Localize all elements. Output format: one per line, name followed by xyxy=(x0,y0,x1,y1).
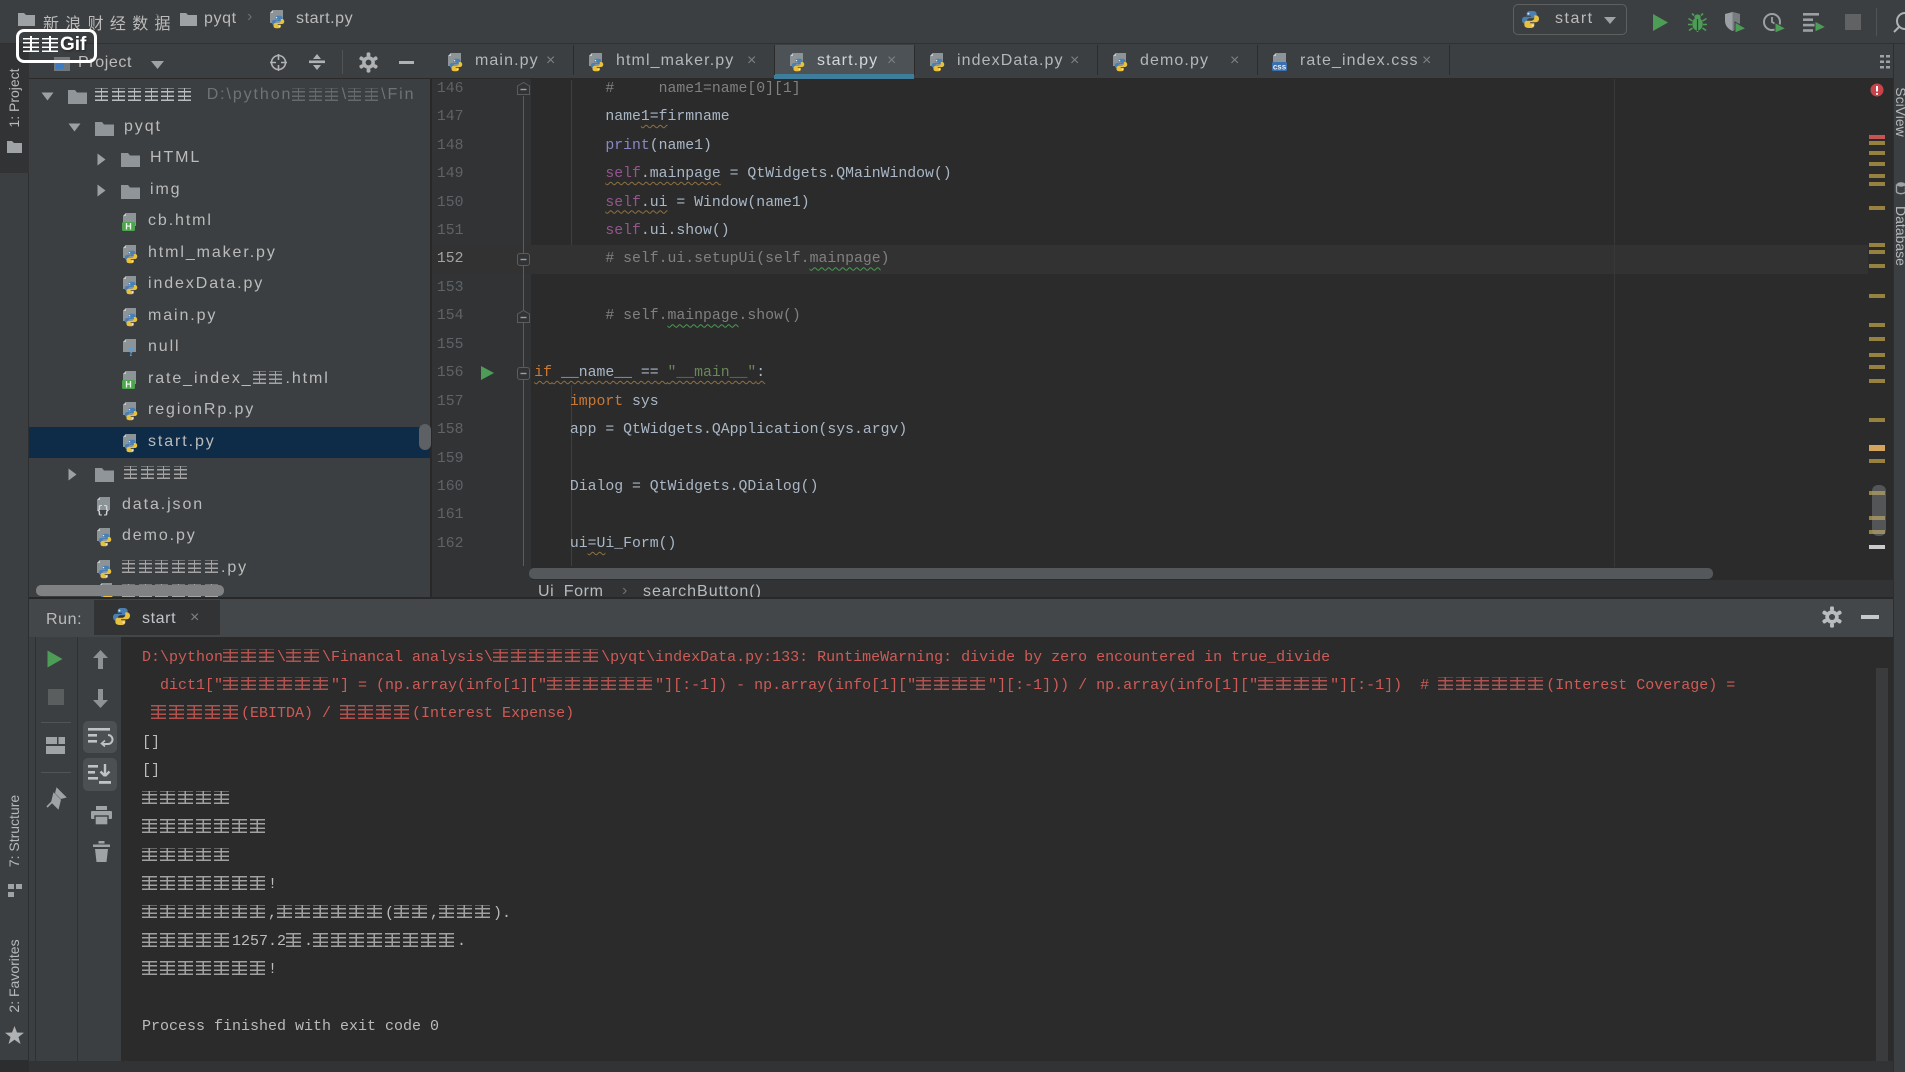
svg-text:H: H xyxy=(125,379,132,389)
svg-text:H: H xyxy=(125,222,132,232)
svg-text:{}: {} xyxy=(96,505,109,517)
svg-text:css: css xyxy=(1273,62,1287,71)
svg-text:?: ? xyxy=(127,345,134,359)
